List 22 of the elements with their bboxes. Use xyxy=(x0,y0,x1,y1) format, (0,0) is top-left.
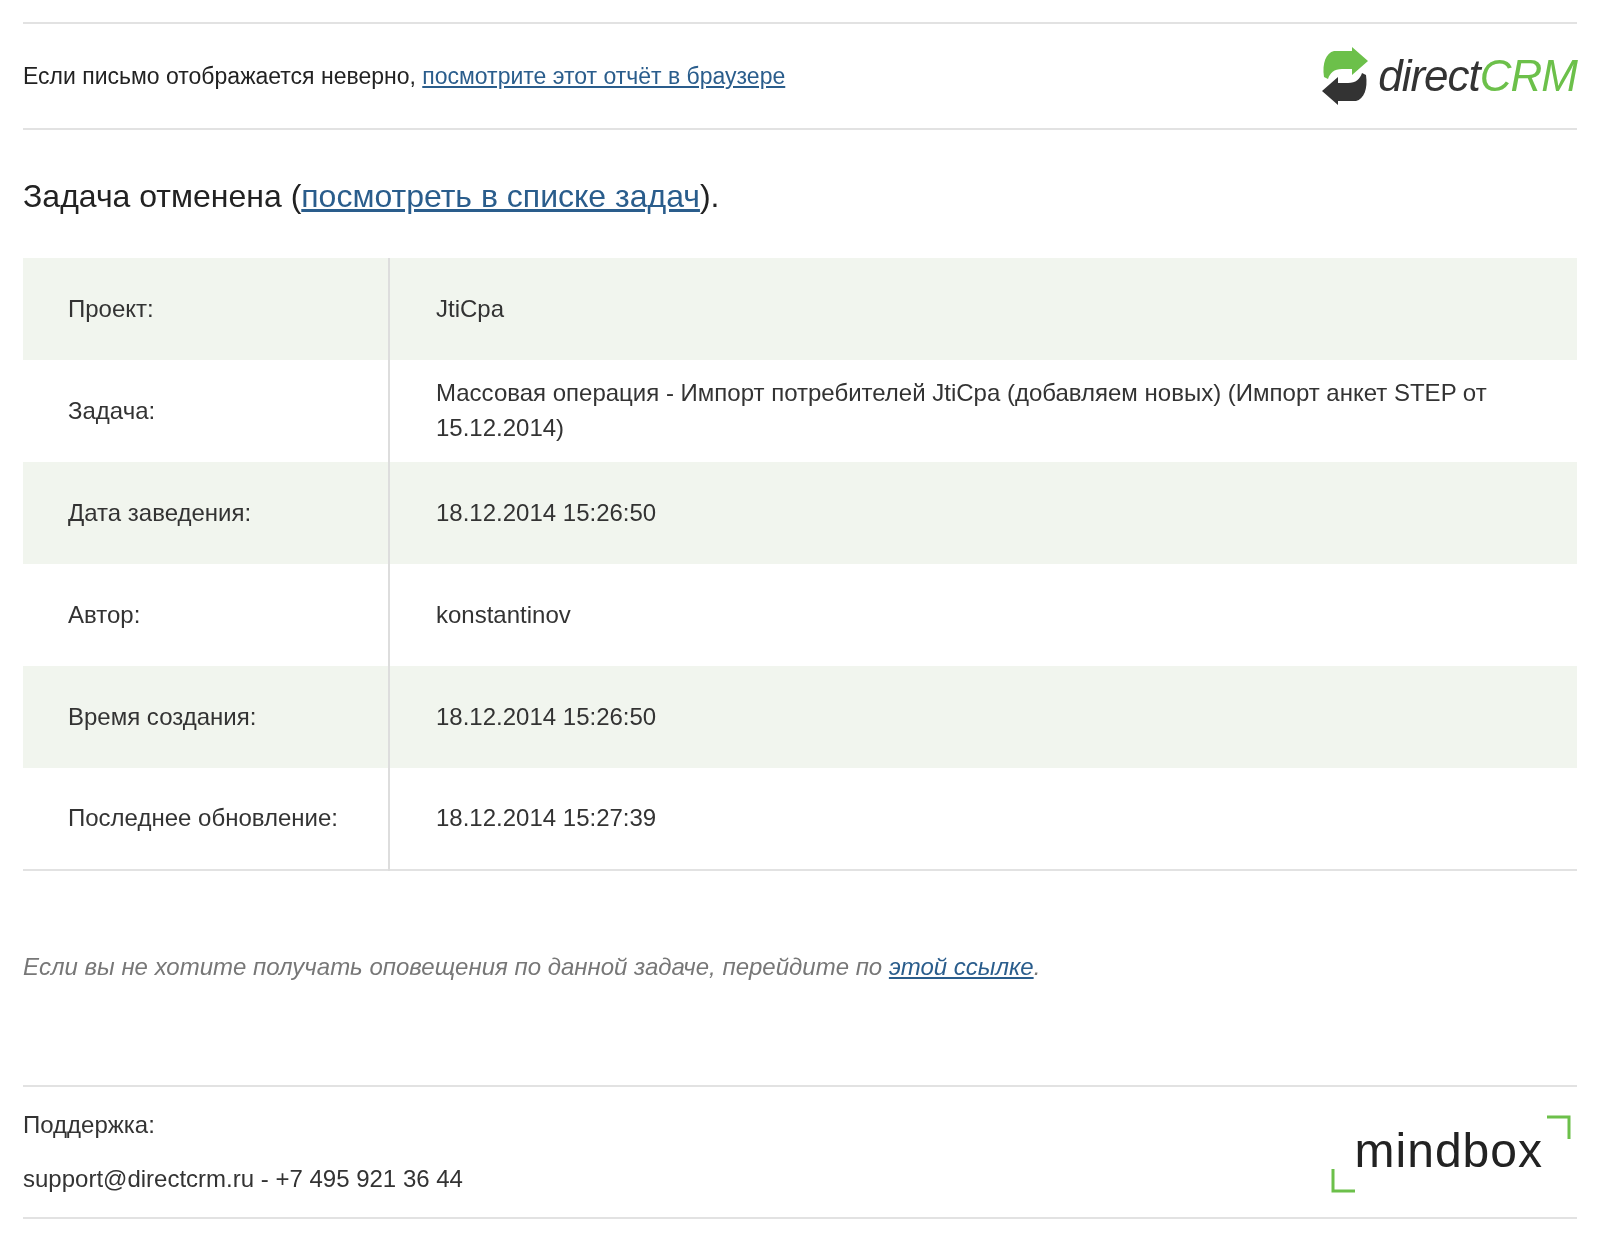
field-value: 18.12.2014 15:26:50 xyxy=(389,462,1577,564)
field-label: Дата заведения: xyxy=(23,462,389,564)
mindbox-logo-text: mindbox xyxy=(1354,1124,1543,1177)
corner-bracket-icon xyxy=(1545,1115,1571,1141)
unsubscribe-link[interactable]: этой ссылке xyxy=(888,953,1034,980)
field-label: Проект: xyxy=(23,258,389,360)
field-value: Массовая операция - Импорт потребителей JtiCpa (добавляем новых) (Импорт анкет STEP от 15.12.2014) xyxy=(389,360,1577,462)
field-label: Последнее обновление: xyxy=(23,768,389,870)
corner-bracket-icon xyxy=(1330,1167,1357,1193)
browser-view-link[interactable]: посмотрите этот отчёт в браузере xyxy=(422,62,786,89)
field-value: 18.12.2014 15:27:39 xyxy=(389,768,1577,870)
notice-text: Если письмо отображается неверно, посмотрите этот отчёт в браузере xyxy=(23,61,786,91)
field-value: JtiCpa xyxy=(389,258,1577,360)
field-label: Время создания: xyxy=(23,666,389,768)
field-value: konstantinov xyxy=(389,564,1577,666)
support-label: Поддержка: xyxy=(23,1110,156,1140)
support-contacts: support@directcrm.ru - +7 495 921 36 44 xyxy=(23,1164,463,1194)
page-title: Задача отменена (посмотреть в списке задач). xyxy=(23,177,721,216)
directcrm-logo-text: directCRM xyxy=(1378,54,1577,98)
field-value: 18.12.2014 15:26:50 xyxy=(389,666,1577,768)
task-list-link[interactable]: посмотреть в списке задач xyxy=(301,178,700,214)
unsubscribe-text: Если вы не хотите получать оповещения по данной задаче, перейдите по этой ссылке. xyxy=(23,952,1042,982)
